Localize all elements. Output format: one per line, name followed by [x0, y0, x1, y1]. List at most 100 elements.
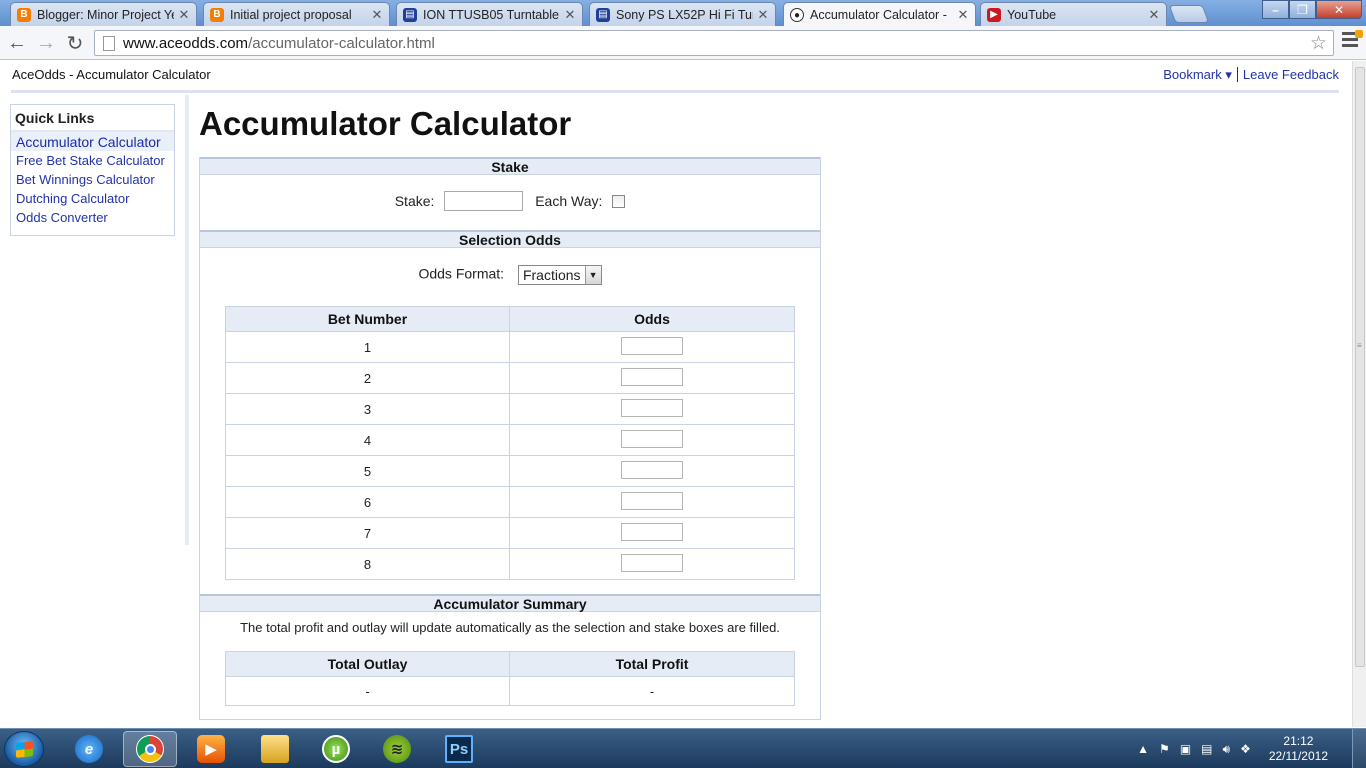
- bets-table: Bet Number Odds 1 2 3 4 5 6 7 8: [225, 306, 795, 580]
- tab-initial-project-proposal[interactable]: B Initial project proposal ✕: [203, 2, 390, 26]
- tab-title: Initial project proposal: [230, 7, 352, 22]
- bet-number: 1: [225, 331, 510, 363]
- taskbar-file-explorer[interactable]: [248, 731, 302, 767]
- odds-input-4[interactable]: [621, 429, 683, 448]
- start-button[interactable]: [4, 731, 44, 767]
- tab-sony-turntable[interactable]: ▤ Sony PS LX52P Hi Fi Turnt ✕: [589, 2, 776, 26]
- calculator-panel: Stake Stake: Each Way: Selection Odds Od…: [199, 157, 821, 720]
- bet-number: 8: [225, 548, 510, 580]
- accumulator-summary-heading: Accumulator Summary: [200, 594, 820, 612]
- minimize-button[interactable]: –: [1262, 0, 1289, 19]
- bet-number-header: Bet Number: [225, 306, 510, 332]
- stake-label: Stake:: [394, 193, 435, 209]
- update-badge-icon: [1355, 30, 1363, 38]
- taskbar-chrome[interactable]: [123, 731, 177, 767]
- quick-link-accumulator-calculator[interactable]: Accumulator Calculator: [11, 132, 174, 151]
- odds-input-2[interactable]: [621, 367, 683, 386]
- bet-number: 6: [225, 486, 510, 518]
- odds-input-1[interactable]: [621, 336, 683, 355]
- odds-format-label: Odds Format:: [418, 265, 505, 282]
- quick-link-bet-winnings-calculator[interactable]: Bet Winnings Calculator: [11, 170, 174, 189]
- chevron-down-icon: ▼: [584, 266, 601, 284]
- close-icon[interactable]: ✕: [1148, 7, 1160, 23]
- window-close-button[interactable]: ✕: [1316, 0, 1362, 19]
- windows-taskbar: e ▶ µ ≋ Ps ▲ ⚑ ▣ ▤ 🔊︎ ❖ 21:12 22/11/2012: [0, 728, 1366, 768]
- show-desktop-button[interactable]: [1352, 729, 1366, 768]
- clock-time: 21:12: [1283, 734, 1314, 748]
- table-header-row: Total Outlay Total Profit: [225, 651, 795, 677]
- youtube-icon: ▶: [987, 7, 1001, 22]
- tab-youtube[interactable]: ▶ YouTube ✕: [980, 2, 1167, 26]
- taskbar-internet-explorer[interactable]: e: [62, 731, 116, 767]
- each-way-checkbox[interactable]: [612, 194, 626, 208]
- header-links: Bookmark ▾ Leave Feedback: [1163, 67, 1339, 83]
- network-icon[interactable]: ▤: [1201, 742, 1212, 757]
- folder-icon: [261, 735, 289, 763]
- grip-icon: ≡: [1357, 341, 1362, 350]
- chrome-menu-button[interactable]: [1342, 30, 1363, 52]
- divider: [1236, 67, 1238, 82]
- taskbar-spotify[interactable]: ≋: [370, 731, 424, 767]
- close-icon[interactable]: ✕: [757, 7, 769, 23]
- taskbar-utorrent[interactable]: µ: [309, 731, 363, 767]
- odds-format-select[interactable]: Fractions ▼: [517, 265, 602, 285]
- odds-input-6[interactable]: [621, 491, 683, 510]
- back-button[interactable]: ←: [5, 31, 29, 55]
- close-icon[interactable]: ✕: [957, 7, 969, 23]
- clock[interactable]: 21:12 22/11/2012: [1269, 734, 1328, 764]
- photoshop-icon: Ps: [445, 735, 473, 763]
- vertical-scrollbar[interactable]: ≡: [1352, 61, 1366, 727]
- tab-blogger-minor-project[interactable]: B Blogger: Minor Project Ye ✕: [10, 2, 197, 26]
- close-icon[interactable]: ✕: [178, 7, 190, 23]
- volume-icon[interactable]: 🔊︎: [1223, 742, 1231, 757]
- internet-explorer-icon: e: [75, 735, 103, 763]
- tab-title: Blogger: Minor Project Ye: [37, 7, 174, 22]
- stake-input[interactable]: [444, 191, 524, 211]
- quick-link-dutching-calculator[interactable]: Dutching Calculator: [11, 189, 174, 208]
- odds-input-5[interactable]: [621, 460, 683, 479]
- total-outlay-value: -: [225, 676, 510, 706]
- taskbar-photoshop[interactable]: Ps: [432, 731, 486, 767]
- spotify-icon: ≋: [383, 735, 411, 763]
- dropbox-icon[interactable]: ❖: [1240, 742, 1251, 757]
- blogger-icon: B: [210, 7, 224, 22]
- address-bar[interactable]: www.aceodds.com/accumulator-calculator.h…: [94, 30, 1334, 56]
- leave-feedback-link[interactable]: Leave Feedback: [1243, 67, 1339, 83]
- shop-icon: ▤: [596, 7, 610, 22]
- odds-input-3[interactable]: [621, 398, 683, 417]
- close-icon[interactable]: ✕: [564, 7, 576, 23]
- forward-button[interactable]: →: [34, 31, 58, 55]
- taskbar-media-player[interactable]: ▶: [184, 731, 238, 767]
- page-title: Accumulator Calculator: [199, 105, 572, 142]
- sidebar-divider: [185, 95, 189, 545]
- system-tray: ▲ ⚑ ▣ ▤ 🔊︎ ❖ 21:12 22/11/2012: [1137, 729, 1366, 768]
- quick-link-odds-converter[interactable]: Odds Converter: [11, 208, 174, 227]
- url-path: /accumulator-calculator.html: [248, 34, 435, 52]
- site-header: AceOdds - Accumulator Calculator Bookmar…: [11, 67, 1339, 93]
- media-player-icon: ▶: [197, 735, 225, 763]
- bet-number: 2: [225, 362, 510, 394]
- bet-number: 5: [225, 455, 510, 487]
- reload-button[interactable]: ↻: [63, 31, 87, 55]
- action-center-flag-icon[interactable]: ⚑: [1159, 742, 1170, 757]
- tab-title: YouTube: [1007, 7, 1057, 22]
- odds-input-7[interactable]: [621, 522, 683, 541]
- scrollbar-thumb[interactable]: [1355, 67, 1365, 667]
- bookmark-star-icon[interactable]: ☆: [1310, 32, 1327, 55]
- chrome-icon: [136, 735, 164, 763]
- quick-link-free-bet-stake-calculator[interactable]: Free Bet Stake Calculator: [11, 151, 174, 170]
- close-icon[interactable]: ✕: [371, 7, 383, 23]
- table-row: 1: [225, 331, 795, 363]
- odds-header: Odds: [509, 306, 795, 332]
- new-tab-button[interactable]: [1168, 5, 1210, 23]
- maximize-button[interactable]: ❐: [1289, 0, 1316, 19]
- bookmark-link[interactable]: Bookmark ▾: [1163, 67, 1232, 83]
- tab-title: ION TTUSB05 Turntable /: [423, 7, 560, 22]
- tab-ion-turntable[interactable]: ▤ ION TTUSB05 Turntable / ✕: [396, 2, 583, 26]
- stake-row: Stake: Each Way:: [200, 191, 820, 211]
- tab-accumulator-calculator[interactable]: ● Accumulator Calculator - ✕: [783, 2, 976, 27]
- device-icon[interactable]: ▣: [1180, 742, 1191, 757]
- show-hidden-icons-icon[interactable]: ▲: [1137, 742, 1149, 757]
- odds-input-8[interactable]: [621, 553, 683, 572]
- table-row: - -: [225, 676, 795, 706]
